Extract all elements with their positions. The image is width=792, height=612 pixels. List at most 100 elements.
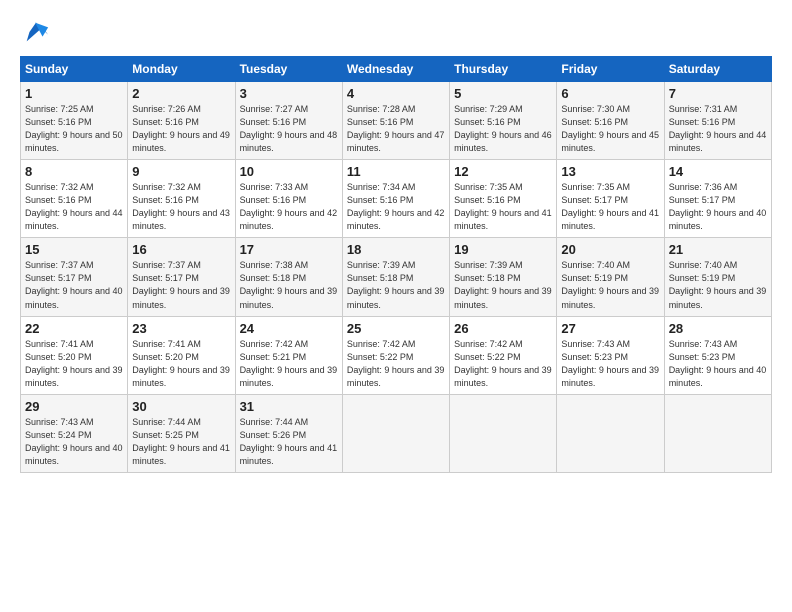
calendar-cell: 7 Sunrise: 7:31 AMSunset: 5:16 PMDayligh… (664, 82, 771, 160)
calendar-cell: 14 Sunrise: 7:36 AMSunset: 5:17 PMDaylig… (664, 160, 771, 238)
cell-content: Sunrise: 7:43 AMSunset: 5:23 PMDaylight:… (669, 338, 767, 390)
cell-content: Sunrise: 7:34 AMSunset: 5:16 PMDaylight:… (347, 181, 445, 233)
cell-content: Sunrise: 7:25 AMSunset: 5:16 PMDaylight:… (25, 103, 123, 155)
col-header-thursday: Thursday (450, 57, 557, 82)
day-number: 8 (25, 164, 123, 179)
calendar-cell: 26 Sunrise: 7:42 AMSunset: 5:22 PMDaylig… (450, 316, 557, 394)
calendar-cell: 12 Sunrise: 7:35 AMSunset: 5:16 PMDaylig… (450, 160, 557, 238)
calendar-cell: 11 Sunrise: 7:34 AMSunset: 5:16 PMDaylig… (342, 160, 449, 238)
calendar-cell: 2 Sunrise: 7:26 AMSunset: 5:16 PMDayligh… (128, 82, 235, 160)
calendar-cell: 27 Sunrise: 7:43 AMSunset: 5:23 PMDaylig… (557, 316, 664, 394)
week-row-2: 8 Sunrise: 7:32 AMSunset: 5:16 PMDayligh… (21, 160, 772, 238)
calendar-cell: 19 Sunrise: 7:39 AMSunset: 5:18 PMDaylig… (450, 238, 557, 316)
day-number: 4 (347, 86, 445, 101)
cell-content: Sunrise: 7:29 AMSunset: 5:16 PMDaylight:… (454, 103, 552, 155)
day-number: 23 (132, 321, 230, 336)
cell-content: Sunrise: 7:42 AMSunset: 5:22 PMDaylight:… (347, 338, 445, 390)
day-number: 18 (347, 242, 445, 257)
cell-content: Sunrise: 7:42 AMSunset: 5:22 PMDaylight:… (454, 338, 552, 390)
day-number: 17 (240, 242, 338, 257)
calendar-cell: 28 Sunrise: 7:43 AMSunset: 5:23 PMDaylig… (664, 316, 771, 394)
cell-content: Sunrise: 7:44 AMSunset: 5:25 PMDaylight:… (132, 416, 230, 468)
cell-content: Sunrise: 7:32 AMSunset: 5:16 PMDaylight:… (25, 181, 123, 233)
day-number: 3 (240, 86, 338, 101)
cell-content: Sunrise: 7:43 AMSunset: 5:23 PMDaylight:… (561, 338, 659, 390)
cell-content: Sunrise: 7:42 AMSunset: 5:21 PMDaylight:… (240, 338, 338, 390)
calendar-cell: 4 Sunrise: 7:28 AMSunset: 5:16 PMDayligh… (342, 82, 449, 160)
calendar-cell: 8 Sunrise: 7:32 AMSunset: 5:16 PMDayligh… (21, 160, 128, 238)
calendar-cell (557, 394, 664, 472)
col-header-wednesday: Wednesday (342, 57, 449, 82)
cell-content: Sunrise: 7:28 AMSunset: 5:16 PMDaylight:… (347, 103, 445, 155)
cell-content: Sunrise: 7:40 AMSunset: 5:19 PMDaylight:… (669, 259, 767, 311)
day-number: 14 (669, 164, 767, 179)
day-number: 29 (25, 399, 123, 414)
day-number: 26 (454, 321, 552, 336)
cell-content: Sunrise: 7:36 AMSunset: 5:17 PMDaylight:… (669, 181, 767, 233)
calendar-cell: 22 Sunrise: 7:41 AMSunset: 5:20 PMDaylig… (21, 316, 128, 394)
cell-content: Sunrise: 7:30 AMSunset: 5:16 PMDaylight:… (561, 103, 659, 155)
week-row-1: 1 Sunrise: 7:25 AMSunset: 5:16 PMDayligh… (21, 82, 772, 160)
day-number: 28 (669, 321, 767, 336)
cell-content: Sunrise: 7:35 AMSunset: 5:16 PMDaylight:… (454, 181, 552, 233)
calendar-cell: 25 Sunrise: 7:42 AMSunset: 5:22 PMDaylig… (342, 316, 449, 394)
day-number: 20 (561, 242, 659, 257)
day-number: 30 (132, 399, 230, 414)
day-number: 16 (132, 242, 230, 257)
calendar-cell: 10 Sunrise: 7:33 AMSunset: 5:16 PMDaylig… (235, 160, 342, 238)
day-number: 9 (132, 164, 230, 179)
cell-content: Sunrise: 7:27 AMSunset: 5:16 PMDaylight:… (240, 103, 338, 155)
calendar-cell: 3 Sunrise: 7:27 AMSunset: 5:16 PMDayligh… (235, 82, 342, 160)
week-row-5: 29 Sunrise: 7:43 AMSunset: 5:24 PMDaylig… (21, 394, 772, 472)
day-number: 2 (132, 86, 230, 101)
cell-content: Sunrise: 7:43 AMSunset: 5:24 PMDaylight:… (25, 416, 123, 468)
calendar-cell: 30 Sunrise: 7:44 AMSunset: 5:25 PMDaylig… (128, 394, 235, 472)
week-row-4: 22 Sunrise: 7:41 AMSunset: 5:20 PMDaylig… (21, 316, 772, 394)
header (20, 18, 772, 46)
calendar-cell (342, 394, 449, 472)
cell-content: Sunrise: 7:41 AMSunset: 5:20 PMDaylight:… (132, 338, 230, 390)
day-number: 31 (240, 399, 338, 414)
cell-content: Sunrise: 7:32 AMSunset: 5:16 PMDaylight:… (132, 181, 230, 233)
day-number: 27 (561, 321, 659, 336)
col-header-friday: Friday (557, 57, 664, 82)
calendar-cell: 13 Sunrise: 7:35 AMSunset: 5:17 PMDaylig… (557, 160, 664, 238)
cell-content: Sunrise: 7:37 AMSunset: 5:17 PMDaylight:… (25, 259, 123, 311)
page: SundayMondayTuesdayWednesdayThursdayFrid… (0, 0, 792, 483)
cell-content: Sunrise: 7:26 AMSunset: 5:16 PMDaylight:… (132, 103, 230, 155)
calendar-cell: 1 Sunrise: 7:25 AMSunset: 5:16 PMDayligh… (21, 82, 128, 160)
col-header-tuesday: Tuesday (235, 57, 342, 82)
calendar-cell (450, 394, 557, 472)
calendar-cell: 20 Sunrise: 7:40 AMSunset: 5:19 PMDaylig… (557, 238, 664, 316)
day-number: 22 (25, 321, 123, 336)
cell-content: Sunrise: 7:31 AMSunset: 5:16 PMDaylight:… (669, 103, 767, 155)
calendar-cell: 24 Sunrise: 7:42 AMSunset: 5:21 PMDaylig… (235, 316, 342, 394)
day-number: 21 (669, 242, 767, 257)
calendar-table: SundayMondayTuesdayWednesdayThursdayFrid… (20, 56, 772, 473)
logo (20, 18, 50, 46)
col-header-sunday: Sunday (21, 57, 128, 82)
logo-icon (22, 18, 50, 46)
day-number: 13 (561, 164, 659, 179)
cell-content: Sunrise: 7:44 AMSunset: 5:26 PMDaylight:… (240, 416, 338, 468)
calendar-cell: 15 Sunrise: 7:37 AMSunset: 5:17 PMDaylig… (21, 238, 128, 316)
cell-content: Sunrise: 7:33 AMSunset: 5:16 PMDaylight:… (240, 181, 338, 233)
calendar-cell (664, 394, 771, 472)
day-number: 25 (347, 321, 445, 336)
calendar-cell: 23 Sunrise: 7:41 AMSunset: 5:20 PMDaylig… (128, 316, 235, 394)
calendar-cell: 9 Sunrise: 7:32 AMSunset: 5:16 PMDayligh… (128, 160, 235, 238)
day-number: 5 (454, 86, 552, 101)
cell-content: Sunrise: 7:38 AMSunset: 5:18 PMDaylight:… (240, 259, 338, 311)
header-row: SundayMondayTuesdayWednesdayThursdayFrid… (21, 57, 772, 82)
day-number: 6 (561, 86, 659, 101)
calendar-cell: 18 Sunrise: 7:39 AMSunset: 5:18 PMDaylig… (342, 238, 449, 316)
cell-content: Sunrise: 7:39 AMSunset: 5:18 PMDaylight:… (347, 259, 445, 311)
calendar-cell: 17 Sunrise: 7:38 AMSunset: 5:18 PMDaylig… (235, 238, 342, 316)
cell-content: Sunrise: 7:40 AMSunset: 5:19 PMDaylight:… (561, 259, 659, 311)
calendar-cell: 29 Sunrise: 7:43 AMSunset: 5:24 PMDaylig… (21, 394, 128, 472)
col-header-monday: Monday (128, 57, 235, 82)
calendar-cell: 6 Sunrise: 7:30 AMSunset: 5:16 PMDayligh… (557, 82, 664, 160)
cell-content: Sunrise: 7:35 AMSunset: 5:17 PMDaylight:… (561, 181, 659, 233)
calendar-cell: 16 Sunrise: 7:37 AMSunset: 5:17 PMDaylig… (128, 238, 235, 316)
day-number: 7 (669, 86, 767, 101)
